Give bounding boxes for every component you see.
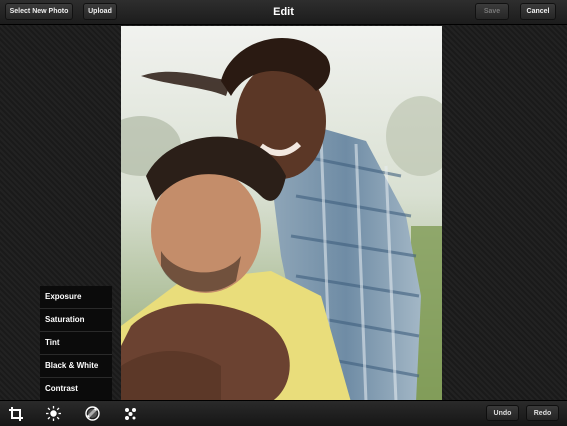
- menu-item-tint[interactable]: Tint: [40, 332, 112, 355]
- photo-preview: [121, 26, 442, 402]
- menu-item-exposure[interactable]: Exposure: [40, 286, 112, 309]
- save-button[interactable]: Save: [475, 3, 509, 20]
- cancel-button[interactable]: Cancel: [520, 3, 556, 20]
- menu-item-contrast[interactable]: Contrast: [40, 378, 112, 400]
- bottom-toolbar: Undo Redo: [0, 400, 567, 426]
- top-toolbar: Edit Select New Photo Upload Save Cancel: [0, 0, 567, 25]
- effects-icon[interactable]: [122, 405, 139, 422]
- adjustment-menu: Exposure Saturation Tint Black & White C…: [40, 286, 112, 400]
- menu-item-saturation[interactable]: Saturation: [40, 309, 112, 332]
- crop-icon[interactable]: [7, 405, 24, 422]
- upload-button[interactable]: Upload: [83, 3, 117, 20]
- menu-item-black-white[interactable]: Black & White: [40, 355, 112, 378]
- photo-image: [121, 26, 442, 402]
- filter-icon[interactable]: [84, 405, 101, 422]
- select-new-photo-button[interactable]: Select New Photo: [5, 3, 73, 20]
- brightness-icon[interactable]: [45, 405, 62, 422]
- undo-button[interactable]: Undo: [486, 405, 519, 421]
- redo-button[interactable]: Redo: [526, 405, 559, 421]
